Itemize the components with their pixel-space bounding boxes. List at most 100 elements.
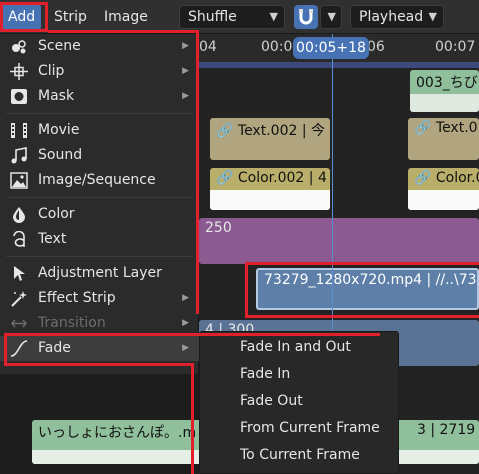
menu-item-label: Text (38, 231, 67, 247)
annotation-box (0, 2, 48, 32)
strip-label-right: 3 | 2719 (417, 422, 476, 438)
strip-name: Color.0 (435, 170, 479, 186)
strip-length: 250 (205, 220, 232, 236)
menu-separator (6, 256, 193, 257)
submenu-item-fade-out[interactable]: Fade Out (200, 388, 400, 415)
submenu-arrow-icon: ▶ (182, 91, 189, 101)
ruler-tick: 06 (367, 39, 385, 55)
playhead-frame-label[interactable]: 00:05+18 (293, 37, 369, 59)
menu-item-sound[interactable]: Sound (0, 143, 199, 168)
text-strip[interactable]: 🔗 Text.002 | 今 (210, 118, 330, 160)
submenu-arrow-icon: ▶ (182, 66, 189, 76)
submenu-arrow-icon: ▶ (182, 41, 189, 51)
menu-item-color[interactable]: Color (0, 202, 199, 227)
add-menu: Scene ▶ Clip ▶ Mask ▶ Movie Sound Image/… (0, 34, 199, 374)
fade-curve-icon (10, 340, 28, 357)
strip-label: 🔗 Color.0 (414, 170, 479, 186)
movie-icon (11, 123, 27, 138)
menu-separator (6, 113, 193, 114)
strip-name: Color.002 | 4 (237, 170, 327, 186)
submenu-item-fade-in-and-out[interactable]: Fade In and Out (200, 334, 400, 361)
menu-item-label: Fade (38, 340, 71, 356)
chevron-down-icon: ▼ (428, 10, 437, 23)
menu-item-image-sequence[interactable]: Image/Sequence (0, 168, 199, 193)
menu-item-label: Movie (38, 122, 80, 138)
view-mode-dropdown[interactable]: Shuffle ▼ (179, 5, 285, 29)
menu-item-fade[interactable]: Fade ▶ (0, 336, 199, 361)
fade-submenu: Fade In and Out Fade In Fade Out From Cu… (199, 331, 399, 474)
menu-item-label: Adjustment Layer (38, 265, 162, 281)
strip-label: 003_ちび (416, 75, 478, 91)
menu-item-adjustment-layer[interactable]: Adjustment Layer (0, 261, 199, 286)
menu-item-label: Sound (38, 147, 83, 163)
menu-item-effect-strip[interactable]: Effect Strip ▶ (0, 286, 199, 311)
strip-menu-button[interactable]: Strip (48, 4, 93, 30)
annotation-line (48, 30, 198, 33)
color-preview (408, 190, 479, 210)
clip-icon (10, 63, 28, 80)
text-strip[interactable]: 🔗 Text.0 (408, 118, 479, 160)
snap-to-value: Playhead (359, 9, 424, 25)
transition-icon (11, 319, 27, 328)
strip-label: いっしょにおさんぽ。.m (38, 425, 197, 441)
submenu-arrow-icon: ▶ (182, 293, 189, 303)
annotation-line (245, 262, 248, 318)
snap-options-dropdown[interactable]: ▼ (320, 5, 342, 29)
menu-separator (6, 197, 193, 198)
timeline-range-bar[interactable] (199, 62, 479, 68)
adjustment-strip[interactable]: 250 (199, 218, 479, 264)
text-icon (13, 231, 25, 247)
snap-toggle-button[interactable] (294, 5, 318, 29)
strip-label: 🔗 Text.002 | 今 (216, 123, 325, 139)
menu-item-movie[interactable]: Movie (0, 118, 199, 143)
audio-waveform (410, 94, 479, 112)
adjustment-icon (14, 266, 25, 281)
menu-item-label: Mask (38, 88, 75, 104)
magnet-icon (299, 9, 313, 25)
annotation-line (4, 333, 7, 366)
annotation-line (4, 333, 380, 336)
menu-item-clip[interactable]: Clip ▶ (0, 59, 199, 84)
annotation-line (191, 363, 194, 474)
sound-icon (11, 147, 27, 164)
color-icon (13, 207, 25, 223)
menu-item-label: Effect Strip (38, 290, 116, 306)
annotation-line (245, 262, 479, 265)
movie-strip[interactable]: 73279_1280x720.mp4 | //..\73 (256, 268, 479, 310)
chevron-down-icon: ▼ (327, 10, 336, 23)
menu-item-label: Scene (38, 38, 81, 54)
menu-item-label: Color (38, 206, 75, 222)
chevron-down-icon: ▼ (269, 10, 278, 23)
strip-label: 🔗 Color.002 | 4 (216, 170, 327, 186)
color-preview (210, 190, 330, 210)
color-strip[interactable]: 🔗 Color.002 | 4 (210, 168, 330, 210)
view-mode-value: Shuffle (188, 9, 237, 25)
strip-name: Text.002 | 今 (237, 123, 325, 139)
scene-strip[interactable]: 003_ちび (410, 70, 479, 112)
menu-item-label: Image/Sequence (38, 172, 156, 188)
submenu-item-fade-in[interactable]: Fade In (200, 361, 400, 388)
strip-label: 73279_1280x720.mp4 | //..\73 (264, 272, 477, 288)
strip-label: 🔗 Text.0 (414, 120, 478, 136)
image-icon (10, 172, 28, 189)
strip-name: Text.0 (435, 120, 478, 136)
menu-item-text[interactable]: Text (0, 227, 199, 252)
scene-icon (12, 40, 26, 54)
menu-item-label: Clip (38, 63, 65, 79)
submenu-arrow-icon: ▶ (182, 343, 189, 353)
snap-to-dropdown[interactable]: Playhead ▼ (350, 5, 444, 29)
mask-icon (11, 89, 27, 104)
effect-icon (11, 291, 27, 307)
menu-item-scene[interactable]: Scene ▶ (0, 34, 199, 59)
submenu-item-from-current-frame[interactable]: From Current Frame (200, 415, 400, 442)
color-strip[interactable]: 🔗 Color.0 (408, 168, 479, 210)
sequencer-header: Add Strip Image Shuffle ▼ ▼ Playhead ▼ (0, 0, 479, 34)
annotation-line (196, 30, 199, 314)
ruler-tick: 04 (199, 39, 217, 55)
annotation-line (4, 363, 194, 366)
menu-item-mask[interactable]: Mask ▶ (0, 84, 199, 109)
image-menu-button[interactable]: Image (98, 4, 154, 30)
annotation-line (245, 315, 479, 318)
submenu-item-to-current-frame[interactable]: To Current Frame (200, 442, 400, 469)
ruler-tick: 00:07 (435, 39, 476, 55)
